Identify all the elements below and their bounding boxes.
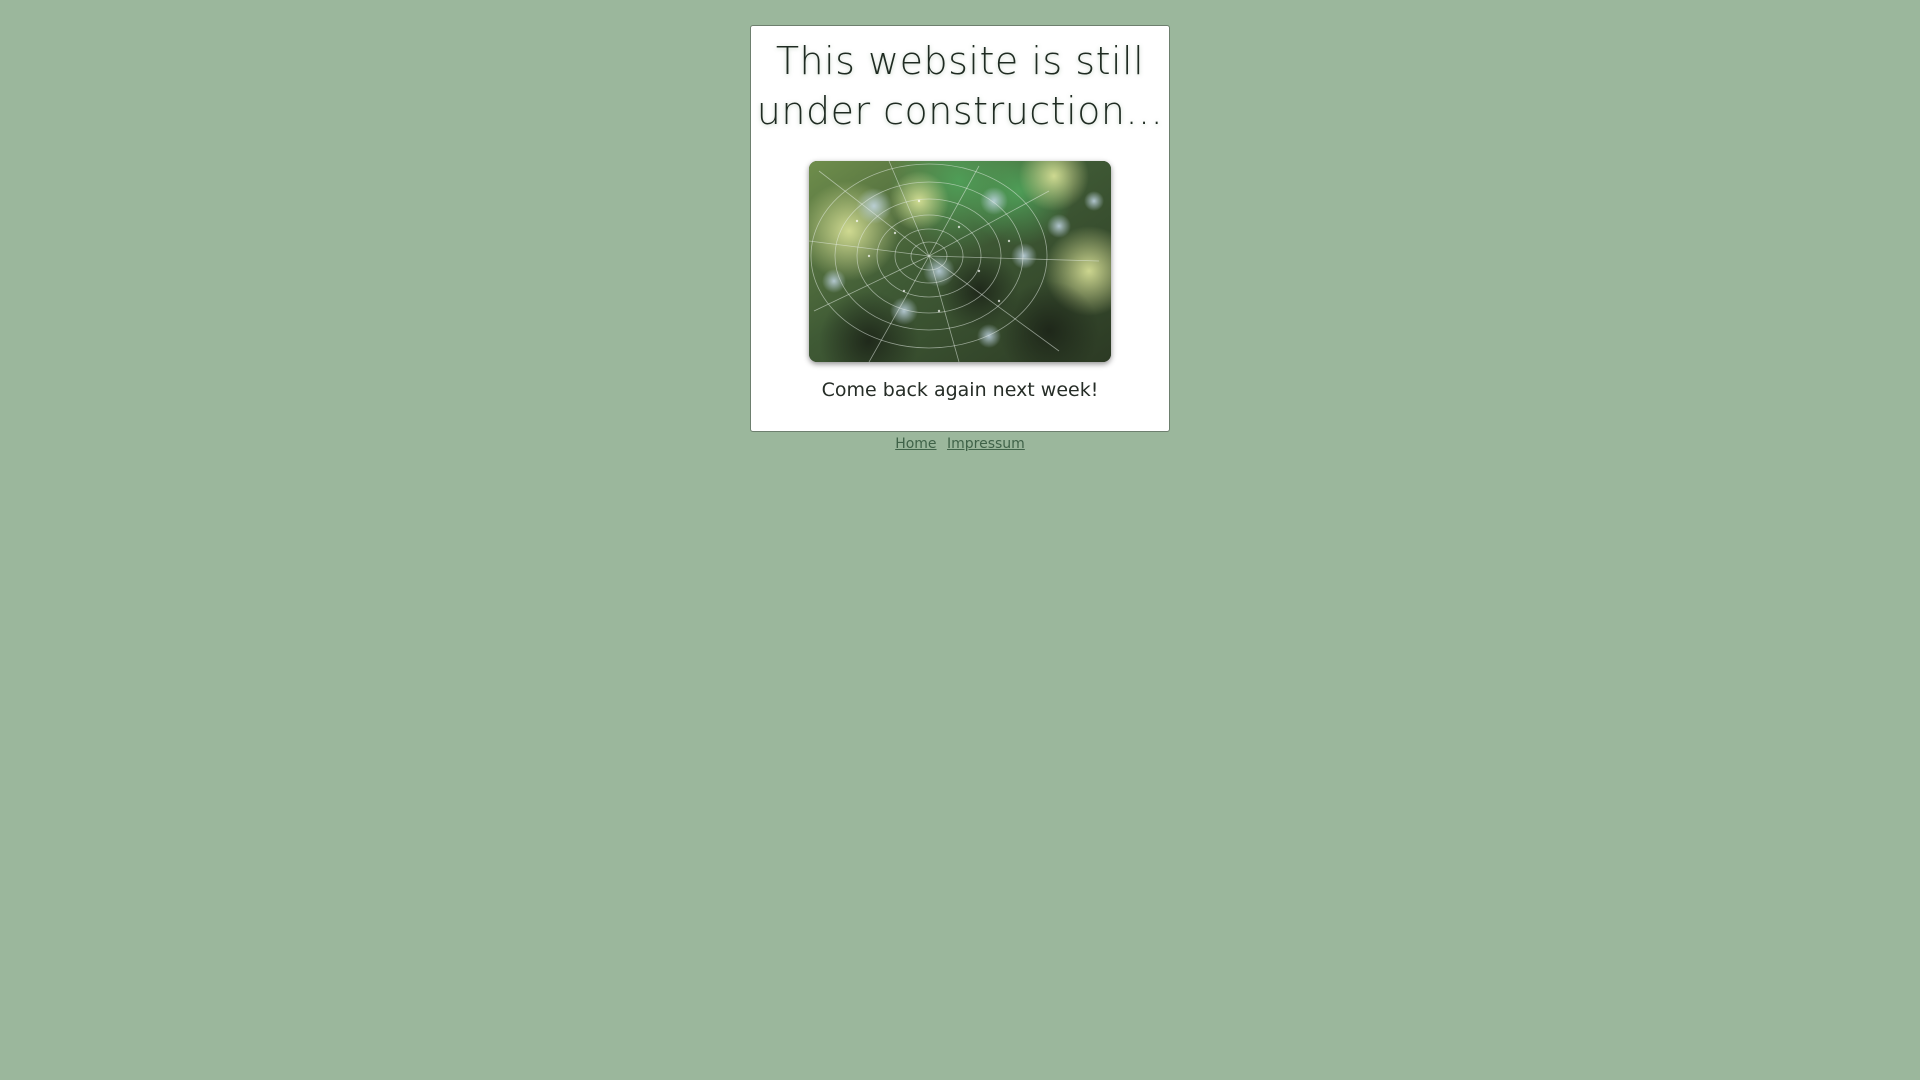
construction-card: This website is still under construction… [750, 25, 1170, 432]
footer-link-impressum[interactable]: Impressum [947, 436, 1025, 452]
footer-link-home[interactable]: Home [895, 436, 936, 452]
page-title: This website is still under construction… [756, 39, 1164, 133]
spider-web-photo [809, 161, 1111, 362]
footer-links: Home Impressum [750, 434, 1170, 454]
come-back-message: Come back again next week! [821, 379, 1099, 401]
spider-web-image [809, 161, 1111, 362]
